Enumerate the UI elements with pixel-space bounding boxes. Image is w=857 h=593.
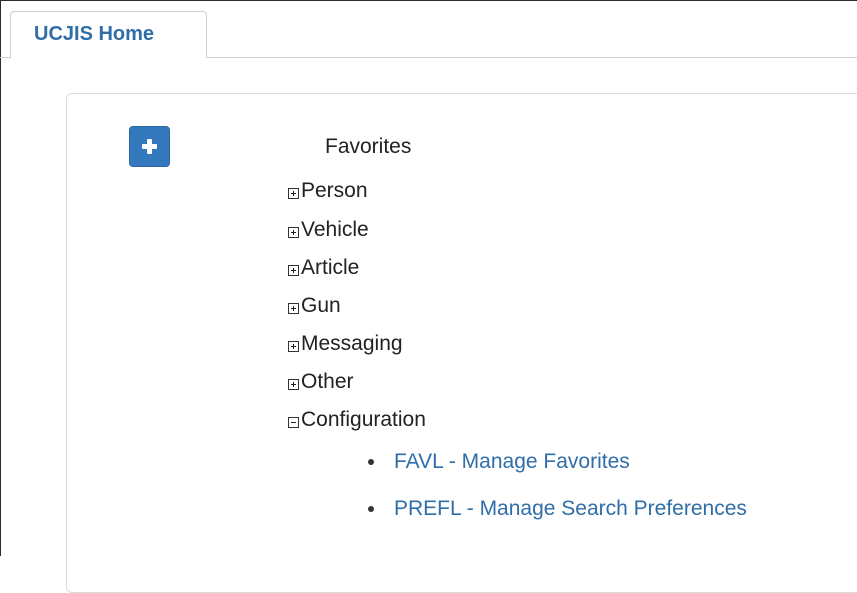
tree-item-label: Messaging <box>301 332 403 355</box>
tree-item-gun[interactable]: Gun <box>288 293 341 319</box>
expand-icon[interactable] <box>288 226 299 238</box>
sub-item-favl[interactable]: FAVL - Manage Favorites <box>368 449 630 475</box>
favorites-title: Favorites <box>325 135 412 158</box>
tree-item-label: Gun <box>301 294 341 317</box>
bullet-icon <box>368 506 374 512</box>
sub-item-prefl[interactable]: PREFL - Manage Search Preferences <box>368 496 747 522</box>
bullet-icon <box>368 459 374 465</box>
tree-item-label: Other <box>301 370 354 393</box>
tree-item-other[interactable]: Other <box>288 369 354 395</box>
tree-item-messaging[interactable]: Messaging <box>288 331 403 357</box>
expand-icon[interactable] <box>288 340 299 352</box>
expand-icon[interactable] <box>288 378 299 390</box>
expand-icon[interactable] <box>288 302 299 314</box>
favl-link[interactable]: FAVL - Manage Favorites <box>394 450 630 474</box>
tree-item-label: Configuration <box>301 408 426 431</box>
expand-icon[interactable] <box>288 264 299 276</box>
tree-item-configuration[interactable]: Configuration <box>288 407 426 433</box>
tree-item-label: Person <box>301 179 368 202</box>
expand-icon[interactable] <box>288 187 299 199</box>
prefl-link[interactable]: PREFL - Manage Search Preferences <box>394 497 747 521</box>
collapse-icon[interactable] <box>288 416 299 428</box>
tab-label: UCJIS Home <box>34 23 155 45</box>
tree-item-vehicle[interactable]: Vehicle <box>288 217 369 243</box>
tree-item-label: Article <box>301 256 360 279</box>
add-favorite-button[interactable] <box>129 126 170 167</box>
tree-item-label: Vehicle <box>301 218 369 241</box>
tree-item-person[interactable]: Person <box>288 178 368 204</box>
tab-ucjis-home[interactable]: UCJIS Home <box>10 11 207 58</box>
tree-item-article[interactable]: Article <box>288 255 359 281</box>
